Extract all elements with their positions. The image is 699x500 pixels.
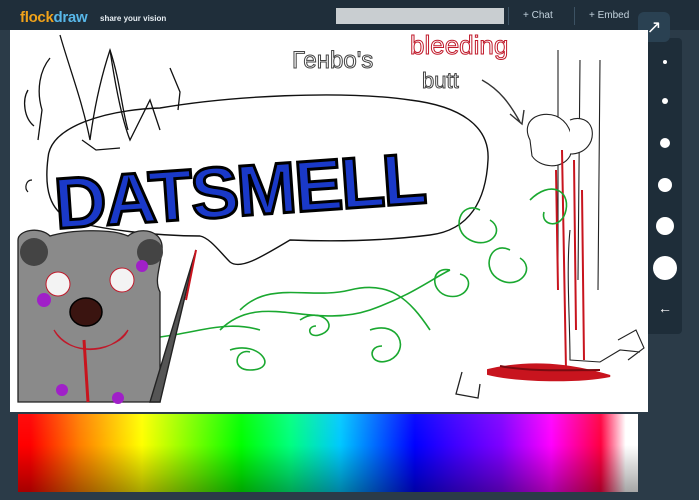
undo-arrow-icon[interactable]: ← — [656, 300, 674, 316]
color-palette[interactable] — [18, 414, 638, 492]
scribble-top-left — [23, 34, 181, 151]
brush-size-2[interactable] — [662, 98, 668, 104]
blood-drips — [487, 149, 611, 382]
drawing-text-butt: butt — [422, 68, 459, 93]
drawing-text-cyrillic: Генbо's — [292, 47, 373, 74]
small-scribble — [455, 371, 481, 399]
brush-size-1[interactable] — [663, 60, 667, 64]
tagline: share your vision — [100, 14, 167, 23]
drawing-canvas[interactable]: DATSMELL Генbо's bleeding butt — [10, 30, 648, 412]
hanging-figure — [527, 50, 645, 363]
flockdraw-logo[interactable]: flockdraw — [20, 9, 88, 26]
drawing-svg: DATSMELL Генbо's bleeding butt — [17, 30, 645, 404]
arrow-drawing — [481, 79, 525, 126]
logo-draw: draw — [53, 9, 88, 26]
logo-flock: flock — [20, 9, 54, 26]
brush-size-3[interactable] — [660, 138, 670, 148]
brush-size-6[interactable] — [653, 256, 677, 280]
creature-drawing — [17, 229, 163, 404]
brush-size-4[interactable] — [658, 178, 672, 192]
palette-shade — [18, 414, 638, 492]
brush-size-5[interactable] — [656, 217, 674, 235]
search-input[interactable] — [336, 8, 504, 24]
chat-button[interactable]: + Chat — [508, 7, 573, 25]
drawing-text-main: DATSMELL — [52, 139, 427, 245]
drawing-text-bleeding: bleeding — [410, 30, 508, 60]
